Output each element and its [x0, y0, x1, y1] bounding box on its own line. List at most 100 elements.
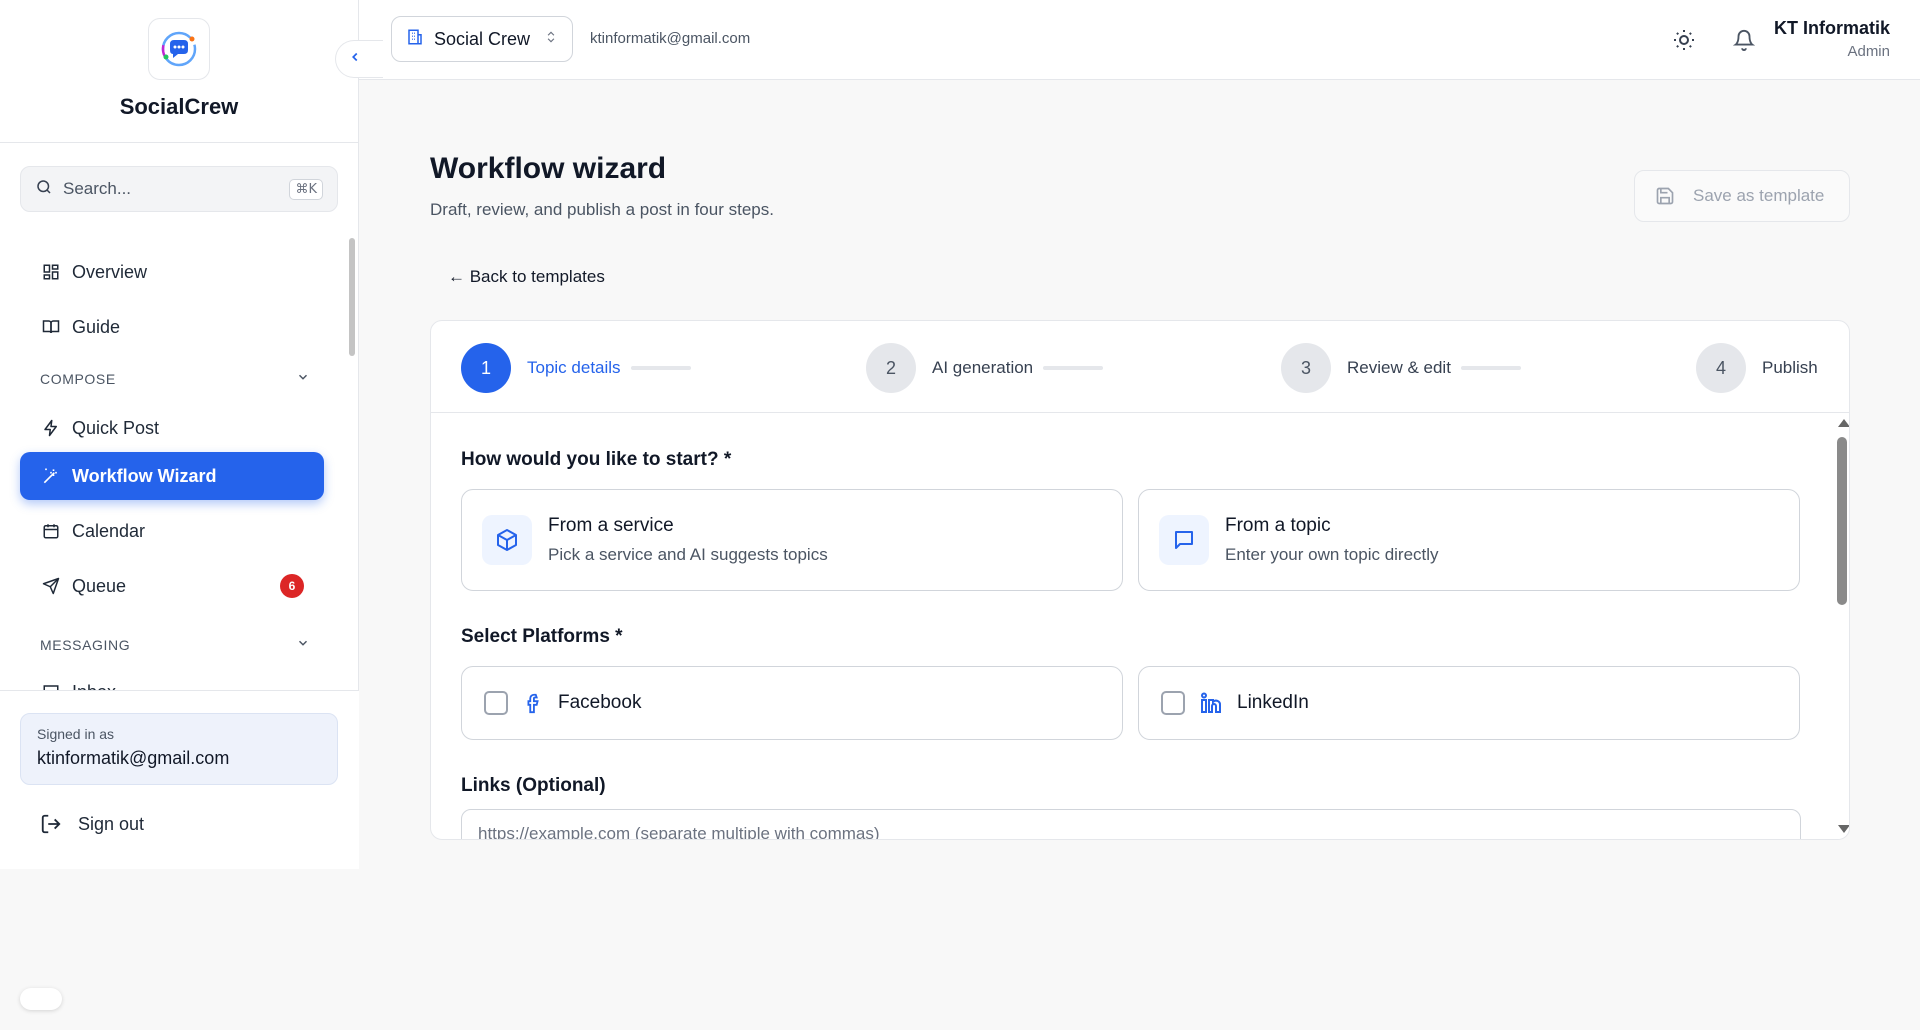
- calendar-icon: [40, 520, 62, 542]
- workspace-name: Social Crew: [434, 28, 531, 49]
- option-desc: Enter your own topic directly: [1225, 545, 1439, 564]
- floating-toggle[interactable]: [20, 988, 62, 1010]
- bolt-icon: [40, 417, 62, 439]
- sidebar: SocialCrew Search... ⌘K Overview Guide C…: [0, 0, 359, 869]
- collapse-sidebar-button[interactable]: [335, 40, 383, 78]
- step-label: Publish: [1762, 358, 1818, 377]
- platform-facebook[interactable]: Facebook: [461, 666, 1123, 740]
- step-review-edit[interactable]: 3 Review & edit: [1281, 343, 1521, 393]
- option-title: From a service: [548, 515, 674, 536]
- nav-label: Calendar: [72, 520, 146, 541]
- nav-label: Quick Post: [72, 417, 160, 438]
- magic-wand-icon: [40, 465, 62, 487]
- option-from-topic[interactable]: From a topic Enter your own topic direct…: [1138, 489, 1800, 591]
- sidebar-scrollbar[interactable]: [349, 238, 355, 356]
- user-name: KT Informatik: [1773, 18, 1890, 38]
- sidebar-footer: Signed in as ktinformatik@gmail.com Sign…: [0, 690, 359, 869]
- queue-count-badge: 6: [280, 574, 304, 598]
- step-topic-details[interactable]: 1 Topic details: [461, 343, 691, 393]
- step-ai-generation[interactable]: 2 AI generation: [866, 343, 1104, 393]
- nav-item-inbox[interactable]: Inbox: [20, 668, 324, 690]
- step-number: 4: [1696, 343, 1746, 393]
- nav-label: Inbox: [72, 682, 116, 691]
- platforms-label: Select Platforms *: [461, 626, 623, 647]
- search-shortcut: ⌘K: [289, 178, 323, 200]
- facebook-icon: [522, 691, 544, 715]
- nav-label: Workflow Wizard: [72, 465, 217, 486]
- workspace-email: ktinformatik@gmail.com: [590, 30, 751, 47]
- brand: SocialCrew: [0, 0, 358, 143]
- inbox-icon: [40, 681, 62, 690]
- search-placeholder: Search...: [63, 179, 132, 198]
- linkedin-checkbox[interactable]: [1161, 691, 1185, 715]
- send-icon: [40, 575, 62, 597]
- step-number: 3: [1281, 343, 1331, 393]
- step-connector: [1460, 366, 1521, 370]
- user-menu[interactable]: KT Informatik Admin: [1774, 18, 1890, 60]
- platform-linkedin[interactable]: LinkedIn: [1138, 666, 1800, 740]
- chevron-down-icon: [296, 636, 310, 653]
- logout-icon: [40, 813, 62, 835]
- links-label: Links (Optional): [461, 775, 606, 796]
- platform-name: LinkedIn: [1237, 692, 1309, 713]
- back-to-templates-link[interactable]: ← Back to templates: [448, 267, 605, 287]
- save-as-template-label: Save as template: [1693, 186, 1825, 205]
- signed-in-label: Signed in as: [37, 726, 115, 742]
- box-icon: [482, 515, 532, 565]
- grid-icon: [40, 261, 62, 283]
- theme-toggle-sun-icon[interactable]: [1670, 26, 1698, 54]
- nav-item-queue[interactable]: Queue 6: [20, 562, 324, 610]
- linkedin-icon: [1199, 691, 1223, 715]
- nav-label: Guide: [72, 316, 121, 337]
- form-area: How would you like to start? * From a se…: [431, 413, 1835, 839]
- nav-item-guide[interactable]: Guide: [20, 303, 324, 351]
- topbar: Social Crew ktinformatik@gmail.com KT In…: [359, 0, 1920, 80]
- nav-item-quick-post[interactable]: Quick Post: [20, 404, 324, 452]
- search-input[interactable]: Search... ⌘K: [20, 166, 338, 212]
- links-input[interactable]: https://example.com (separate multiple w…: [461, 809, 1801, 839]
- nav-item-workflow-wizard[interactable]: Workflow Wizard: [20, 452, 324, 500]
- section-compose[interactable]: COMPOSE: [40, 370, 310, 387]
- step-label: AI generation: [932, 358, 1034, 377]
- page-title: Workflow wizard: [430, 152, 667, 185]
- step-number: 1: [461, 343, 511, 393]
- building-icon: [406, 28, 424, 51]
- start-question-label: How would you like to start? *: [461, 449, 732, 470]
- platform-name: Facebook: [558, 692, 642, 713]
- save-as-template-button[interactable]: Save as template: [1634, 170, 1850, 222]
- save-icon: [1655, 186, 1675, 206]
- book-icon: [40, 316, 62, 338]
- notifications-bell-icon[interactable]: [1730, 26, 1758, 54]
- signed-in-email: ktinformatik@gmail.com: [37, 748, 230, 768]
- nav-list: Overview Guide COMPOSE Quick Post Workfl…: [0, 230, 359, 690]
- form-scrollbar-thumb[interactable]: [1837, 437, 1847, 605]
- chevron-down-icon: [296, 370, 310, 387]
- step-connector: [630, 366, 691, 370]
- step-connector: [1043, 366, 1104, 370]
- step-publish[interactable]: 4 Publish: [1696, 343, 1818, 393]
- wizard-card: 1 Topic details 2 AI generation 3 Review…: [430, 320, 1850, 840]
- chevron-left-icon: [348, 50, 362, 69]
- section-messaging[interactable]: MESSAGING: [40, 636, 310, 653]
- logo-icon[interactable]: [148, 18, 210, 80]
- search-icon: [35, 178, 53, 201]
- step-number: 2: [866, 343, 916, 393]
- option-from-service[interactable]: From a service Pick a service and AI sug…: [461, 489, 1123, 591]
- section-label: MESSAGING: [40, 636, 131, 653]
- sign-out-label: Sign out: [78, 813, 145, 834]
- facebook-checkbox[interactable]: [484, 691, 508, 715]
- scroll-up-arrow-icon[interactable]: [1838, 419, 1849, 427]
- workspace-select[interactable]: Social Crew: [391, 16, 573, 62]
- nav-label: Queue: [72, 575, 127, 596]
- scroll-down-arrow-icon[interactable]: [1838, 825, 1849, 833]
- section-label: COMPOSE: [40, 370, 116, 387]
- option-desc: Pick a service and AI suggests topics: [548, 545, 828, 564]
- nav-item-calendar[interactable]: Calendar: [20, 507, 324, 555]
- option-title: From a topic: [1225, 515, 1331, 536]
- sign-out-button[interactable]: Sign out: [40, 813, 144, 835]
- nav-item-overview[interactable]: Overview: [20, 248, 324, 296]
- page-subtitle: Draft, review, and publish a post in fou…: [430, 200, 774, 219]
- chat-icon: [1159, 515, 1209, 565]
- stepper: 1 Topic details 2 AI generation 3 Review…: [431, 321, 1849, 413]
- chevrons-up-down-icon: [544, 29, 558, 50]
